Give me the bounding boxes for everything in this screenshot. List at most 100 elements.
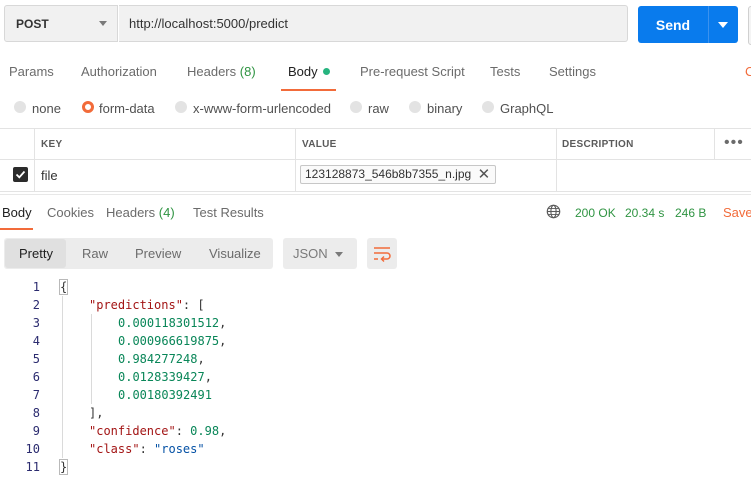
tab-count: (4) [158, 205, 175, 220]
radio-raw[interactable] [350, 101, 362, 113]
status-dot-icon [322, 68, 330, 76]
close-icon[interactable]: ✕ [478, 166, 491, 183]
close-brace: } [58, 459, 69, 475]
save-response-button[interactable]: Save [723, 205, 751, 220]
tab-tests[interactable]: Tests [490, 64, 520, 79]
tab-label: Test Results [193, 205, 264, 220]
view-pretty-button[interactable]: Pretty [19, 246, 53, 261]
response-tab-body[interactable]: Body [2, 205, 32, 220]
view-raw-button[interactable]: Raw [82, 246, 108, 261]
prediction-value: 0.000966619875 [118, 334, 220, 348]
status-code[interactable]: 200 OK [575, 206, 616, 220]
tab-pre-request-script[interactable]: Pre-request Script [360, 64, 465, 79]
radio-none[interactable] [14, 101, 26, 113]
wrap-lines-icon [374, 247, 391, 263]
line-number: 9 [32, 424, 40, 438]
tab-label: Params [9, 64, 54, 79]
radio-label-form-data[interactable]: form-data [99, 101, 155, 116]
line-number: 11 [25, 460, 40, 474]
view-preview-button[interactable]: Preview [135, 246, 181, 261]
open-brace: { [58, 279, 69, 295]
response-tab-cookies[interactable]: Cookies [47, 205, 94, 220]
chevron-down-icon [335, 252, 343, 257]
tab-label: Settings [549, 64, 596, 79]
checkmark-icon [15, 170, 26, 179]
tab-headers[interactable]: Headers (8) [187, 64, 256, 79]
url-text: http://localhost:5000/predict [129, 16, 288, 31]
radio-label-graphql[interactable]: GraphQL [500, 101, 553, 116]
tab-authorization[interactable]: Authorization [81, 64, 157, 79]
response-size[interactable]: 246 B [675, 206, 706, 220]
pane-separator[interactable] [0, 194, 751, 195]
json-key-class: "class" [89, 442, 140, 456]
wrap-lines-button[interactable] [367, 238, 397, 269]
response-tab-headers[interactable]: Headers (4) [106, 205, 175, 220]
method-select[interactable]: POST [4, 5, 118, 42]
file-name: 123128873_546b8b7355_n.jpg [305, 167, 472, 181]
format-select[interactable]: JSON [283, 238, 357, 269]
radio-x-www-form-urlencoded[interactable] [175, 101, 187, 113]
tab-label: Headers [187, 64, 237, 79]
line-number: 3 [32, 316, 40, 330]
globe-icon[interactable] [546, 204, 561, 219]
column-header-key: KEY [41, 139, 63, 150]
indent-guide [62, 296, 63, 458]
cookies-link[interactable]: C [745, 64, 751, 79]
radio-label-x-www-form-urlencoded[interactable]: x-www-form-urlencoded [193, 101, 331, 116]
line-number: 6 [32, 370, 40, 384]
tab-label: Tests [490, 64, 521, 79]
class-value: "roses" [154, 442, 205, 456]
line-number: 7 [32, 388, 40, 402]
line-number: 2 [32, 298, 40, 312]
tab-label: Pre-request Script [360, 64, 465, 79]
tab-label: Body [288, 64, 318, 79]
format-label: JSON [293, 246, 328, 261]
column-header-description: DESCRIPTION [562, 139, 634, 150]
response-tab-test-results[interactable]: Test Results [193, 205, 264, 220]
tab-count: (8) [239, 64, 256, 79]
radio-label-raw[interactable]: raw [368, 101, 389, 116]
chevron-down-icon [99, 21, 107, 26]
prediction-value: 0.0128339427 [118, 370, 205, 384]
active-tab-indicator [0, 228, 33, 230]
tab-settings[interactable]: Settings [549, 64, 596, 79]
line-number: 4 [32, 334, 40, 348]
table-divider [556, 129, 557, 192]
send-button[interactable]: Send [638, 6, 708, 43]
table-header [0, 129, 751, 160]
radio-graphql[interactable] [482, 101, 494, 113]
radio-binary[interactable] [409, 101, 421, 113]
radio-label-binary[interactable]: binary [427, 101, 462, 116]
send-label: Send [655, 16, 691, 33]
send-dropdown-button[interactable] [708, 6, 738, 43]
tab-body[interactable]: Body [288, 64, 330, 79]
prediction-value: 0.00180392491 [118, 388, 212, 402]
radio-label-none[interactable]: none [32, 101, 61, 116]
table-divider [34, 129, 35, 192]
radio-form-data[interactable] [82, 101, 94, 113]
json-key-predictions: "predictions" [89, 298, 183, 312]
tab-label: Body [2, 205, 32, 220]
method-label: POST [16, 16, 49, 31]
view-visualize-button[interactable]: Visualize [209, 246, 261, 261]
line-number: 8 [32, 406, 40, 420]
json-key-confidence: "confidence" [89, 424, 176, 438]
prediction-value: 0.000118301512 [118, 316, 220, 330]
chevron-down-icon [718, 22, 728, 28]
url-input[interactable]: http://localhost:5000/predict [119, 5, 628, 42]
line-number: 10 [25, 442, 40, 456]
tab-params[interactable]: Params [9, 64, 54, 79]
table-divider [295, 129, 296, 192]
prediction-value: 0.984277248 [118, 352, 198, 366]
more-horizontal-icon[interactable]: ••• [724, 134, 744, 152]
line-number: 5 [32, 352, 40, 366]
active-tab-indicator [281, 89, 336, 91]
row-checkbox[interactable] [13, 167, 28, 182]
row-key-cell[interactable]: file [41, 168, 58, 183]
response-time[interactable]: 20.34 s [625, 206, 664, 220]
table-divider [714, 129, 715, 159]
indent-guide [91, 314, 92, 404]
tab-label: Headers [106, 205, 156, 220]
confidence-value: 0.98 [190, 424, 220, 438]
file-chip[interactable]: 123128873_546b8b7355_n.jpg ✕ [300, 165, 497, 184]
